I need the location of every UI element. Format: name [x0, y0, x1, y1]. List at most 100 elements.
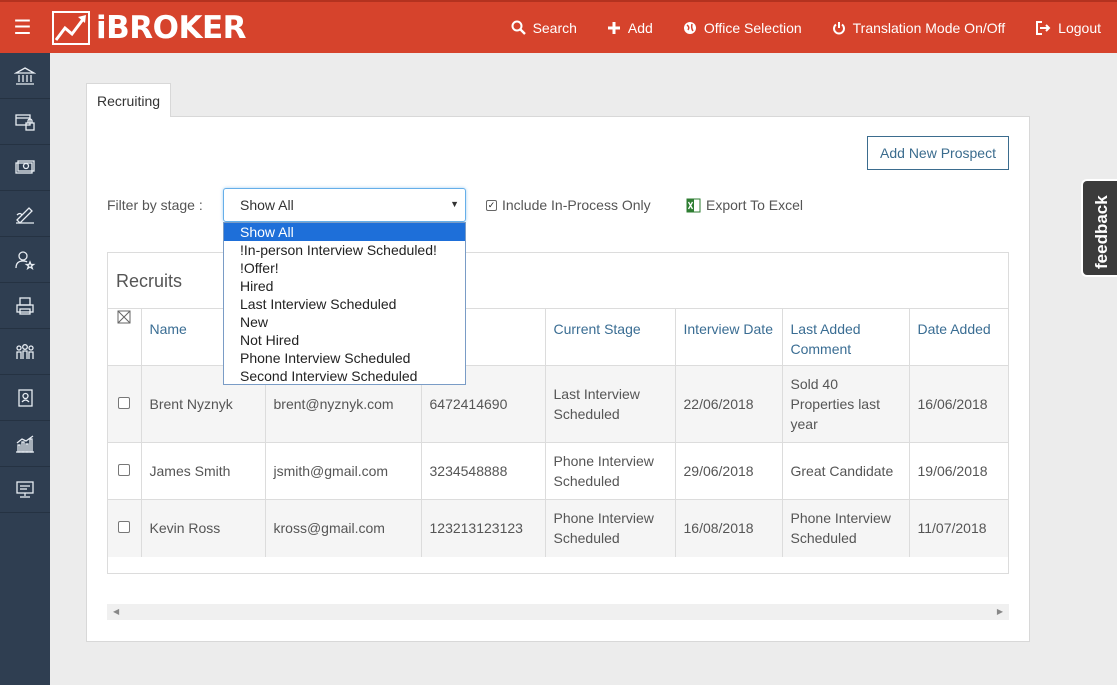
- include-in-process-checkbox[interactable]: ✓: [486, 199, 497, 211]
- table-row[interactable]: Kevin Ross kross@gmail.com 123213123123 …: [108, 499, 1008, 557]
- dropdown-option[interactable]: Phone Interview Scheduled: [224, 349, 465, 367]
- cell-last-comment: Great Candidate: [782, 442, 910, 500]
- sidebar-item-team[interactable]: [0, 329, 50, 375]
- nav-office-label: Office Selection: [703, 19, 802, 36]
- chevron-down-icon: ▼: [450, 199, 459, 209]
- nav-logout-label: Logout: [1058, 19, 1101, 36]
- sidebar-item-reports[interactable]: [0, 421, 50, 467]
- sidebar-item-signature[interactable]: [0, 191, 50, 237]
- contact-book-icon: [18, 388, 33, 407]
- row-select-cell: [108, 442, 142, 500]
- logo-chart-icon: [52, 11, 90, 45]
- card-lock-icon: [15, 113, 35, 131]
- nav-translation-mode[interactable]: Translation Mode On/Off: [832, 19, 1006, 36]
- cell-email[interactable]: kross@gmail.com: [265, 499, 422, 557]
- dropdown-option[interactable]: Not Hired: [224, 331, 465, 349]
- col-header-interview-date[interactable]: Interview Date: [675, 308, 783, 366]
- sidebar-item-money[interactable]: [0, 145, 50, 191]
- dropdown-option[interactable]: !In-person Interview Scheduled!: [224, 241, 465, 259]
- cell-name[interactable]: James Smith: [141, 442, 266, 500]
- sidebar-item-printer[interactable]: [0, 283, 50, 329]
- cell-date-added: 11/07/2018: [909, 499, 1008, 557]
- monitor-icon: [16, 480, 34, 498]
- stage-filter-value: Show All: [240, 197, 294, 213]
- dropdown-option[interactable]: New: [224, 313, 465, 331]
- col-header-current-stage[interactable]: Current Stage: [545, 308, 676, 366]
- cell-date-added: 19/06/2018: [909, 442, 1008, 500]
- table-row[interactable]: James Smith jsmith@gmail.com 3234548888 …: [108, 442, 1008, 500]
- stage-filter-dropdown-list: Show All !In-person Interview Scheduled!…: [223, 222, 466, 385]
- cell-phone: 123213123123: [421, 499, 546, 557]
- sidebar-item-user-star[interactable]: [0, 237, 50, 283]
- recruits-title: Recruits: [116, 271, 183, 291]
- cell-email[interactable]: jsmith@gmail.com: [265, 442, 422, 500]
- cell-current-stage: Phone Interview Scheduled: [545, 442, 676, 500]
- col-header-last-added-comment[interactable]: Last Added Comment: [782, 308, 910, 366]
- nav-office-selection[interactable]: Office Selection: [683, 20, 802, 36]
- sidebar-item-monitor[interactable]: [0, 467, 50, 513]
- user-star-icon: [15, 250, 36, 270]
- nav-search-label: Search: [532, 19, 577, 36]
- filter-by-stage-label: Filter by stage :: [107, 197, 203, 213]
- add-new-prospect-button[interactable]: Add New Prospect: [867, 136, 1009, 170]
- nav-search[interactable]: Search: [511, 20, 577, 36]
- nav-logout[interactable]: Logout: [1035, 20, 1101, 36]
- cell-interview-date: 22/06/2018: [675, 365, 783, 443]
- scroll-left-arrow-icon[interactable]: ◀: [113, 607, 119, 616]
- dropdown-option[interactable]: Last Interview Scheduled: [224, 295, 465, 313]
- team-icon: [16, 343, 34, 359]
- horizontal-scrollbar[interactable]: ◀ ▶: [107, 604, 1009, 620]
- feedback-label: feedback: [1092, 195, 1111, 269]
- export-to-excel-link[interactable]: Export To Excel: [686, 197, 803, 213]
- brand-logo[interactable]: iBROKER: [52, 10, 247, 46]
- printer-icon: [16, 296, 34, 315]
- cell-last-comment: Sold 40 Properties last year: [782, 365, 910, 443]
- logout-icon: [1036, 20, 1051, 35]
- select-all-icon: [117, 310, 131, 324]
- money-icon: [15, 159, 35, 174]
- sidebar-item-cards[interactable]: [0, 99, 50, 145]
- cell-current-stage: Phone Interview Scheduled: [545, 499, 676, 557]
- stage-filter-select[interactable]: Show All ▼: [223, 188, 466, 222]
- top-nav: Search Add Office Selection Translation …: [481, 2, 1101, 53]
- hamburger-menu-icon[interactable]: ☰: [0, 2, 45, 53]
- plus-icon: [607, 21, 620, 34]
- row-select-cell: [108, 499, 142, 557]
- include-in-process-label: Include In-Process Only: [502, 197, 651, 213]
- top-bar: ☰ iBROKER Search Add Office Selection Tr…: [0, 0, 1117, 53]
- bar-chart-icon: [16, 434, 34, 453]
- select-all-header[interactable]: [108, 308, 142, 366]
- tab-recruiting[interactable]: Recruiting: [86, 83, 171, 117]
- nav-add[interactable]: Add: [607, 20, 653, 36]
- row-checkbox[interactable]: [118, 464, 131, 476]
- row-checkbox[interactable]: [118, 397, 131, 409]
- include-in-process-toggle[interactable]: ✓ Include In-Process Only: [486, 197, 651, 213]
- col-header-date-added[interactable]: Date Added: [909, 308, 1008, 366]
- dropdown-option[interactable]: !Offer!: [224, 259, 465, 277]
- cell-date-added: 16/06/2018: [909, 365, 1008, 443]
- sidebar: [0, 53, 50, 685]
- dropdown-option[interactable]: Hired: [224, 277, 465, 295]
- dropdown-option[interactable]: Show All: [224, 223, 465, 241]
- feedback-tab[interactable]: feedback: [1081, 179, 1117, 277]
- cell-last-comment: Phone Interview Scheduled: [782, 499, 910, 557]
- signature-icon: [16, 206, 34, 224]
- sidebar-item-bank[interactable]: [0, 53, 50, 99]
- scroll-right-arrow-icon[interactable]: ▶: [997, 607, 1003, 616]
- sidebar-item-contacts[interactable]: [0, 375, 50, 421]
- cell-current-stage: Last Interview Scheduled: [545, 365, 676, 443]
- excel-icon: [686, 198, 701, 212]
- export-label: Export To Excel: [706, 197, 804, 213]
- cell-interview-date: 16/08/2018: [675, 499, 783, 557]
- cell-interview-date: 29/06/2018: [675, 442, 783, 500]
- nav-add-label: Add: [627, 19, 653, 36]
- dropdown-option[interactable]: Second Interview Scheduled: [224, 367, 465, 385]
- cell-phone: 3234548888: [421, 442, 546, 500]
- nav-translation-label: Translation Mode On/Off: [852, 19, 1006, 36]
- search-icon: [511, 20, 526, 35]
- cell-name[interactable]: Kevin Ross: [141, 499, 266, 557]
- brand-name: iBROKER: [96, 10, 247, 46]
- power-icon: [832, 21, 845, 34]
- globe-icon: [683, 21, 696, 34]
- row-checkbox[interactable]: [118, 521, 131, 534]
